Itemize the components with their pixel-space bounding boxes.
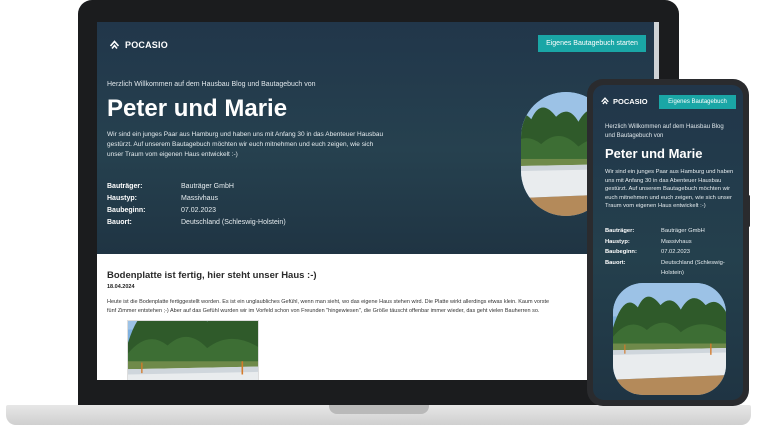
page-title: Peter und Marie [605,146,703,161]
laptop-screen: POCASIO Eigenes Bautagebuch starten Herz… [97,22,659,380]
construction-site-photo [613,283,726,395]
laptop-notch [329,405,429,414]
intro-text: Wir sind ein junges Paar aus Hamburg und… [107,131,384,158]
welcome-text: Herzlich Willkommen auf dem Hausbau Blog… [605,124,724,139]
fact-value: Massivhaus [661,238,692,245]
fact-row: Haustyp: Massivhaus [605,237,735,248]
fact-row: Haustyp: Massivhaus [107,193,286,205]
start-diary-button[interactable]: Eigenes Bautagebuch [659,95,736,109]
fact-row: Baubeginn: 07.02.2023 [107,205,286,217]
fact-value: Deutschland (Schleswig-Holstein) [181,219,286,226]
fact-label: Haustyp: [605,238,630,245]
brand-name: POCASIO [613,96,648,106]
intro-text: Wir sind ein junges Paar aus Hamburg und… [605,169,734,210]
fact-row: Bauträger: Bauträger GmbH [107,181,286,193]
fact-value: Massivhaus [181,195,218,202]
hero-section: POCASIO Eigenes Bautagebuch starten Herz… [97,22,659,254]
start-diary-button[interactable]: Eigenes Bautagebuch starten [538,35,646,52]
page-title: Peter und Marie [107,95,288,122]
fact-row: Bauort: Deutschland (Schleswig-Holstein) [605,258,735,279]
fact-value: Bauträger GmbH [181,183,234,190]
fact-value: 07.02.2023 [661,249,691,255]
fact-label: Baubeginn: [107,207,146,214]
phone-screen: POCASIO Eigenes Bautagebuch Herzlich Wil… [593,85,743,400]
post-image[interactable] [127,320,259,380]
phone-side-button [747,195,750,227]
pocasio-logo-icon [108,39,121,51]
post-date: 18.04.2024 [107,284,135,290]
fact-value: Bauträger GmbH [661,228,705,234]
facts-list: Bauträger: Bauträger GmbH Haustyp: Massi… [605,226,735,279]
brand-logo[interactable]: POCASIO [108,39,168,51]
facts-list: Bauträger: Bauträger GmbH Haustyp: Massi… [107,181,286,229]
brand-logo[interactable]: POCASIO [600,96,648,106]
fact-label: Baubeginn: [605,249,637,255]
fact-value: 07.02.2023 [181,207,217,214]
fact-value: Deutschland (Schleswig-Holstein) [661,259,725,277]
welcome-text: Herzlich Willkommen auf dem Hausbau Blog… [107,81,316,88]
fact-label: Bauträger: [605,228,635,234]
fact-label: Bauträger: [107,183,143,190]
fact-label: Bauort: [107,219,132,226]
brand-name: POCASIO [125,40,168,50]
blog-post: Bodenplatte ist fertig, hier steht unser… [107,270,655,316]
post-title[interactable]: Bodenplatte ist fertig, hier steht unser… [107,270,655,281]
pocasio-logo-icon [600,96,610,106]
post-text-line: fünf Zimmer entstehen ;-) Aber auf das G… [107,308,540,314]
post-text-line: Heute ist die Bodenplatte fertiggestellt… [107,299,550,305]
fact-label: Haustyp: [107,195,137,202]
fact-label: Bauort: [605,259,626,266]
fact-row: Bauträger: Bauträger GmbH [605,226,735,237]
fact-row: Baubeginn: 07.02.2023 [605,247,735,258]
fact-row: Bauort: Deutschland (Schleswig-Holstein) [107,217,286,229]
